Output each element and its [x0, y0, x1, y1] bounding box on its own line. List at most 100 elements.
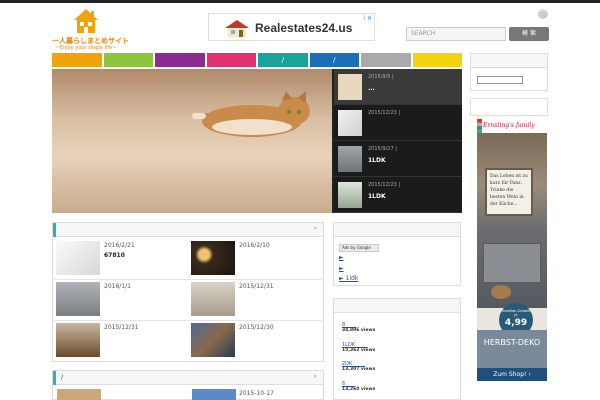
slide-title: 1LDK	[368, 157, 386, 164]
ranking-views: 13,260 views	[342, 387, 376, 392]
ad-link[interactable]: ►	[339, 265, 344, 272]
divider	[54, 279, 322, 280]
panel-accent	[53, 371, 56, 385]
divider	[54, 320, 322, 321]
ads-by-google-label[interactable]: Ads by Google	[339, 244, 379, 252]
post-item[interactable]: 2016/2/10	[187, 241, 322, 278]
house-icon	[225, 20, 249, 37]
panel-header	[471, 54, 547, 68]
brand-logo: Ernsting's family	[477, 119, 547, 133]
post-thumb	[191, 241, 235, 275]
tray-shape	[483, 243, 541, 283]
ranking-item[interactable]: 8 34,896 views	[342, 322, 375, 333]
panel-more-arrow[interactable]: »	[313, 225, 317, 232]
widget-select[interactable]	[477, 76, 523, 84]
post-item[interactable]: 2016/2/21 67810	[52, 241, 187, 278]
cat-photo	[192, 91, 310, 137]
slide-thumb	[338, 146, 362, 172]
ranking-views: 34,896 views	[342, 328, 376, 333]
panel-more-arrow[interactable]: »	[313, 373, 317, 380]
slide-date: 2015/9/27 |	[368, 146, 397, 152]
post-item[interactable]: 2016/1/1	[52, 282, 187, 319]
rss-icon[interactable]: ⌒	[538, 9, 548, 19]
nav-item-1[interactable]	[52, 53, 102, 67]
slide-title: 1LDK	[368, 193, 386, 200]
widget-box	[470, 98, 548, 116]
banner-sign: Das Leben ist zu kurz für Panz. Trinke d…	[485, 168, 533, 216]
main-nav: / /	[52, 53, 462, 67]
nav-item-2[interactable]	[103, 53, 153, 67]
slide-title: ...	[368, 85, 375, 92]
slide-item[interactable]: 2015/12/23 |	[334, 105, 462, 141]
nav-item-3[interactable]	[155, 53, 205, 67]
slide-date: 2015/12/23 |	[368, 110, 401, 116]
top-bar	[0, 0, 600, 3]
nav-item-7[interactable]	[361, 53, 411, 67]
slide-thumb	[338, 182, 362, 208]
panel-header: »	[53, 223, 323, 237]
house-icon	[74, 9, 98, 33]
post-item[interactable]: 2015/12/31	[52, 323, 187, 360]
banner-headline: HERBST-DEKO	[477, 330, 547, 368]
post-item[interactable]: 2015/12/30	[187, 323, 322, 360]
nav-item-8[interactable]	[412, 53, 462, 67]
widget-box	[470, 53, 548, 91]
post-thumb	[191, 323, 235, 357]
post-date: 2015-10-17	[239, 390, 274, 397]
panel-header: / »	[53, 371, 323, 385]
nav-item-6[interactable]: /	[309, 53, 359, 67]
slide-main-image[interactable]	[52, 69, 332, 213]
ad-link[interactable]: ► 1ldk	[339, 275, 358, 282]
shop-button[interactable]: Zum Shop! ›	[477, 368, 547, 381]
post-title: 67810	[104, 252, 125, 259]
post-date: 2015/12/31	[104, 324, 139, 331]
featured-slider: 2015/9/5 | ... 2015/12/23 | 2015/9/27 | …	[52, 69, 462, 213]
ranking-views: 15,362 views	[342, 348, 376, 353]
slide-item[interactable]: 2015/12/23 | 1LDK	[334, 177, 462, 213]
ad-banner[interactable]: Realestates24.us i ✕	[208, 13, 375, 41]
panel-header	[334, 299, 460, 313]
panel-title: /	[61, 374, 64, 381]
ranking-item[interactable]: 1LDK 15,362 views	[342, 342, 375, 353]
banner-photo: Das Leben ist zu kurz für Panz. Trinke d…	[477, 133, 547, 308]
price-label: Porzellan-Schalen je	[500, 309, 532, 317]
site-subtitle: ~Enjoy your single life~	[55, 45, 117, 51]
slide-date: 2015/12/23 |	[368, 182, 401, 188]
panel-header	[334, 223, 460, 237]
panel-accent	[53, 223, 56, 237]
slide-item[interactable]: 2015/9/27 | 1LDK	[334, 141, 462, 177]
post-item[interactable]: 2015/12/31	[187, 282, 322, 319]
post-date: 2016/2/21	[104, 242, 135, 249]
post-date: 2016/1/1	[104, 283, 131, 290]
nav-item-5[interactable]: /	[258, 53, 308, 67]
post-thumb	[56, 282, 100, 316]
site-logo[interactable]: 一人暮らしまとめサイト ~Enjoy your single life~	[52, 8, 129, 52]
post-thumb	[191, 282, 235, 316]
ad-link[interactable]: ►	[339, 254, 344, 261]
post-thumb[interactable]	[192, 389, 236, 400]
brand-name: Ernsting's family	[483, 122, 535, 129]
post-thumb[interactable]	[57, 389, 101, 400]
ad-text: Realestates24.us	[255, 21, 353, 35]
slide-thumb	[338, 110, 362, 136]
ranking-views: 13,307 views	[342, 367, 376, 372]
nav-item-4[interactable]	[206, 53, 256, 67]
slide-date: 2015/9/5 |	[368, 74, 394, 80]
slide-item[interactable]: 2015/9/5 | ...	[334, 69, 462, 105]
post-date: 2015/12/30	[239, 324, 274, 331]
post-date: 2016/2/10	[239, 242, 270, 249]
post-thumb	[56, 241, 100, 275]
brand-stripe	[477, 119, 482, 133]
slide-thumb	[338, 74, 362, 100]
search-input[interactable]: SEARCH	[406, 27, 506, 41]
ad-banner-vertical[interactable]: Ernsting's family Das Leben ist zu kurz …	[477, 119, 547, 381]
search-button[interactable]: 検 索	[509, 27, 549, 41]
slide-list: 2015/9/5 | ... 2015/12/23 | 2015/9/27 | …	[334, 69, 462, 213]
ranking-item[interactable]: 2DK 13,307 views	[342, 361, 375, 372]
nuts-bowl	[491, 285, 511, 299]
ranking-item[interactable]: 6 13,260 views	[342, 381, 375, 392]
post-thumb	[56, 323, 100, 357]
post-date: 2015/12/31	[239, 283, 274, 290]
ad-choices-icon[interactable]: i ✕	[363, 15, 372, 22]
price-value: 4,99	[504, 318, 528, 328]
